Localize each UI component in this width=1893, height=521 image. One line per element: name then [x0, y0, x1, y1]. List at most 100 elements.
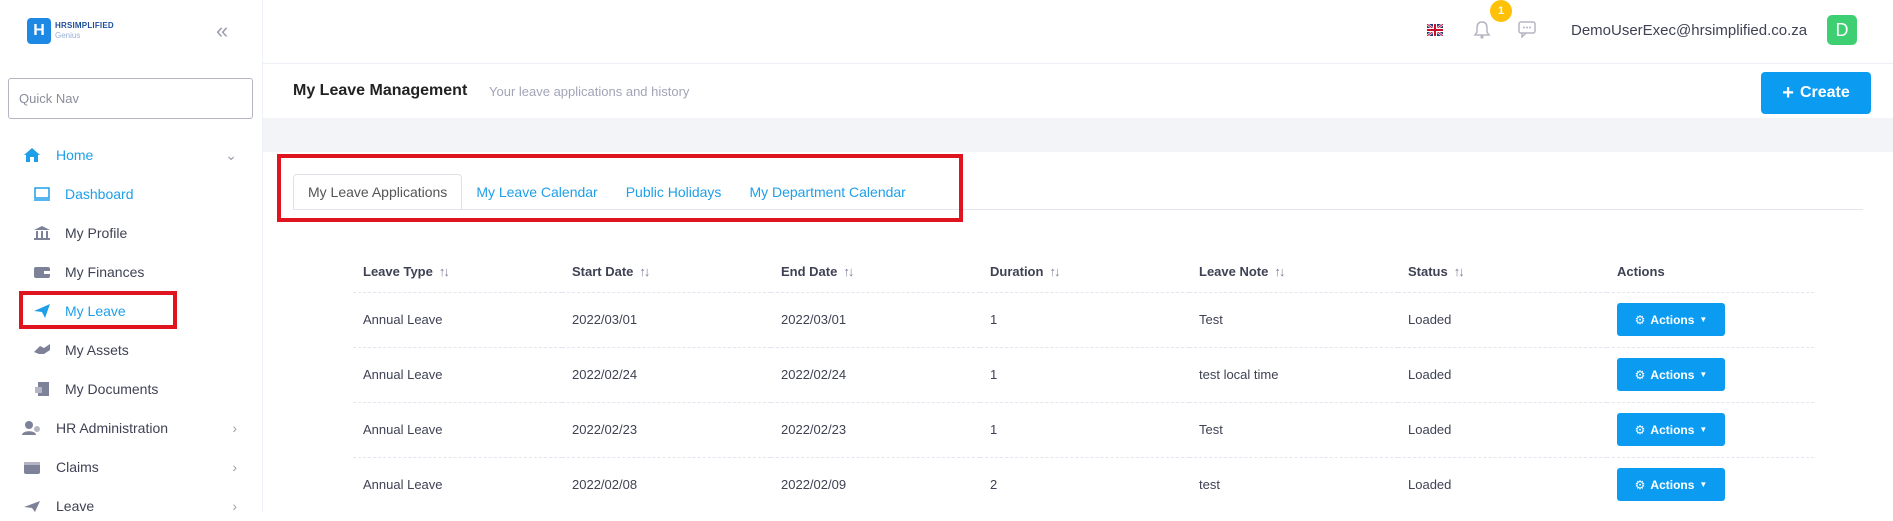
- page-description: Your leave applications and history: [489, 84, 690, 99]
- collapse-sidebar-icon[interactable]: «: [216, 18, 228, 44]
- sort-icon[interactable]: ↑↓: [1049, 264, 1060, 279]
- tabs-highlight-box: [277, 154, 963, 222]
- column-header-start-date[interactable]: Start Date ↑↓: [562, 252, 771, 292]
- page-title: My Leave Management: [293, 82, 468, 99]
- create-button-label: Create: [1799, 84, 1850, 101]
- cell-leave-note: test local time: [1189, 346, 1398, 402]
- table-header-row: Leave Type ↑↓ Start Date ↑↓ End Date ↑↓ Dur…: [353, 252, 1814, 292]
- table-row: Annual Leave 2022/02/23 2022/02/23 1 Tes…: [353, 401, 1814, 457]
- actions-button-label: Actions: [1650, 312, 1695, 327]
- cell-start-date: 2022/02/24: [562, 346, 771, 402]
- sidebar-item-label: Dashboard: [65, 186, 134, 202]
- uk-flag-icon[interactable]: [1427, 24, 1443, 36]
- cell-start-date: 2022/02/08: [562, 456, 771, 512]
- cell-actions: ⚙ Actions ▼: [1607, 401, 1814, 457]
- app-logo[interactable]: H HRSIMPLIFIED Genius: [27, 18, 114, 44]
- sidebar-item-label: HR Administration: [56, 420, 169, 436]
- column-header-end-date[interactable]: End Date ↑↓: [771, 252, 980, 292]
- plus-icon: +: [1782, 82, 1794, 104]
- sort-icon[interactable]: ↑↓: [1454, 264, 1465, 279]
- table-row: Annual Leave 2022/02/24 2022/02/24 1 tes…: [353, 346, 1814, 402]
- column-header-duration[interactable]: Duration ↑↓: [980, 252, 1189, 292]
- bank-icon: [32, 223, 52, 243]
- cell-status: Loaded: [1398, 401, 1607, 457]
- caret-down-icon: ▼: [1699, 370, 1708, 379]
- cell-leave-type: Annual Leave: [353, 401, 562, 457]
- gear-icon: ⚙: [1634, 367, 1646, 382]
- sidebar-item-my-finances[interactable]: My Finances: [0, 257, 263, 287]
- chevron-down-icon: ⌄: [225, 146, 237, 163]
- actions-button-label: Actions: [1650, 422, 1695, 437]
- chevron-right-icon: ›: [232, 420, 237, 436]
- sidebar-item-dashboard[interactable]: Dashboard: [0, 179, 263, 209]
- sidebar-item-my-assets[interactable]: My Assets: [0, 335, 263, 365]
- table-row: Annual Leave 2022/03/01 2022/03/01 1 Tes…: [353, 291, 1814, 347]
- sort-icon[interactable]: ↑↓: [439, 264, 450, 279]
- actions-button-label: Actions: [1650, 477, 1695, 492]
- sidebar-item-label: My Finances: [65, 264, 145, 280]
- chevron-right-icon: ›: [232, 459, 237, 475]
- home-icon: [22, 145, 42, 165]
- column-header-status[interactable]: Status ↑↓: [1398, 252, 1607, 292]
- cell-status: Loaded: [1398, 456, 1607, 512]
- caret-down-icon: ▼: [1699, 315, 1708, 324]
- actions-button[interactable]: ⚙ Actions ▼: [1617, 468, 1725, 502]
- actions-button[interactable]: ⚙ Actions ▼: [1617, 413, 1725, 446]
- logo-title: HRSIMPLIFIED: [55, 21, 114, 30]
- sidebar-item-claims[interactable]: Claims ›: [0, 452, 263, 482]
- sidebar-item-label: Home: [56, 147, 94, 163]
- quick-nav-input[interactable]: [8, 78, 253, 119]
- gear-icon: ⚙: [1634, 422, 1646, 437]
- column-header-leave-note[interactable]: Leave Note ↑↓: [1189, 252, 1398, 292]
- cell-duration: 1: [980, 291, 1189, 347]
- sidebar: H HRSIMPLIFIED Genius « Home ⌄ Dashboard…: [0, 0, 263, 514]
- cell-actions: ⚙ Actions ▼: [1607, 456, 1814, 512]
- sort-icon[interactable]: ↑↓: [1274, 264, 1285, 279]
- caret-down-icon: ▼: [1699, 480, 1708, 490]
- wallet-icon: [32, 262, 52, 282]
- users-icon: [22, 418, 42, 438]
- top-bar: 1 DemoUserExec@hrsimplified.co.za D: [263, 0, 1893, 64]
- leave-applications-table: Leave Type ↑↓ Start Date ↑↓ End Date ↑↓ Dur…: [353, 252, 1814, 512]
- cell-leave-note: Test: [1189, 291, 1398, 347]
- sidebar-item-hr-administration[interactable]: HR Administration ›: [0, 413, 263, 443]
- cell-end-date: 2022/02/24: [771, 346, 980, 402]
- sidebar-item-my-documents[interactable]: My Documents: [0, 374, 263, 404]
- chat-icon[interactable]: [1517, 20, 1537, 38]
- sidebar-item-label: My Assets: [65, 342, 129, 358]
- assets-icon: [32, 340, 52, 360]
- cell-duration: 1: [980, 346, 1189, 402]
- sidebar-item-my-profile[interactable]: My Profile: [0, 218, 263, 248]
- actions-button[interactable]: ⚙ Actions ▼: [1617, 358, 1725, 391]
- dashboard-icon: [32, 184, 52, 204]
- main-content: My Leave Applications My Leave Calendar …: [263, 152, 1893, 512]
- avatar[interactable]: D: [1827, 15, 1857, 45]
- cell-leave-note: Test: [1189, 401, 1398, 457]
- caret-down-icon: ▼: [1699, 425, 1708, 434]
- create-button[interactable]: + Create: [1761, 72, 1871, 114]
- sidebar-item-label: Claims: [56, 459, 99, 475]
- bell-icon[interactable]: [1473, 20, 1491, 40]
- cell-leave-type: Annual Leave: [353, 291, 562, 347]
- sidebar-item-home[interactable]: Home ⌄: [0, 140, 263, 170]
- documents-icon: [32, 379, 52, 399]
- cell-leave-note: test: [1189, 456, 1398, 512]
- sidebar-item-label: My Documents: [65, 381, 159, 397]
- column-header-leave-type[interactable]: Leave Type ↑↓: [353, 252, 562, 292]
- gear-icon: ⚙: [1634, 477, 1646, 492]
- gear-icon: ⚙: [1634, 312, 1646, 327]
- my-leave-highlight-box: [19, 291, 177, 329]
- notification-badge: 1: [1490, 0, 1512, 22]
- claims-icon: [22, 457, 42, 477]
- plane-icon: [22, 496, 42, 516]
- sort-icon[interactable]: ↑↓: [843, 264, 854, 279]
- cell-duration: 1: [980, 401, 1189, 457]
- cell-start-date: 2022/02/23: [562, 401, 771, 457]
- logo-mark: H: [27, 18, 51, 44]
- sort-icon[interactable]: ↑↓: [639, 264, 650, 279]
- logo-subtitle: Genius: [55, 31, 81, 40]
- actions-button[interactable]: ⚙ Actions ▼: [1617, 303, 1725, 336]
- user-email[interactable]: DemoUserExec@hrsimplified.co.za: [1571, 22, 1807, 39]
- sidebar-item-leave[interactable]: Leave ›: [0, 491, 263, 521]
- cell-leave-type: Annual Leave: [353, 456, 562, 512]
